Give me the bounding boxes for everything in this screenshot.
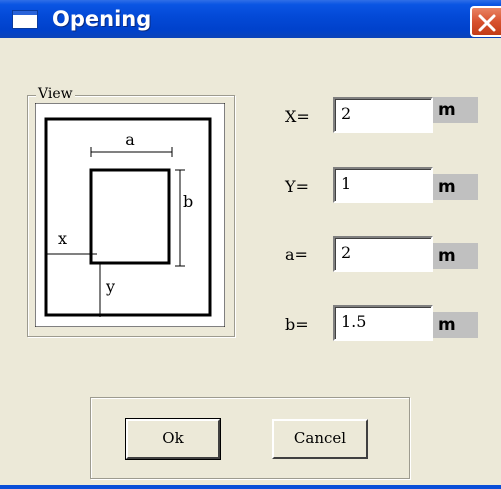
a-unit: m (433, 243, 478, 269)
cancel-button[interactable]: Cancel (272, 419, 368, 459)
title-bar[interactable]: Opening (0, 0, 501, 38)
dialog-window: Opening View a b x y X= 2 m Y= 1 m a= 2 … (0, 0, 501, 489)
dim-y-label: y (105, 277, 115, 296)
window-title: Opening (52, 7, 152, 31)
window-icon (12, 10, 38, 29)
y-unit: m (433, 174, 478, 200)
x-unit: m (433, 97, 478, 123)
y-input[interactable]: 1 (333, 167, 433, 203)
b-unit: m (433, 312, 478, 338)
a-label: a= (285, 245, 308, 264)
x-input[interactable]: 2 (333, 97, 433, 133)
view-group-label: View (36, 85, 75, 103)
close-button[interactable] (470, 6, 501, 37)
a-input[interactable]: 2 (333, 236, 433, 272)
close-icon (478, 14, 496, 32)
dim-b-label: b (183, 192, 193, 211)
b-label: b= (285, 315, 309, 334)
b-input[interactable]: 1.5 (333, 305, 433, 341)
opening-diagram: a b x y (35, 103, 225, 327)
dim-x-label: x (58, 229, 67, 248)
x-label: X= (285, 107, 310, 126)
window-bottom-border (0, 485, 501, 489)
ok-button[interactable]: Ok (125, 418, 221, 460)
opening-outline (89, 168, 171, 265)
y-label: Y= (285, 177, 309, 196)
dim-a-label: a (125, 130, 135, 149)
